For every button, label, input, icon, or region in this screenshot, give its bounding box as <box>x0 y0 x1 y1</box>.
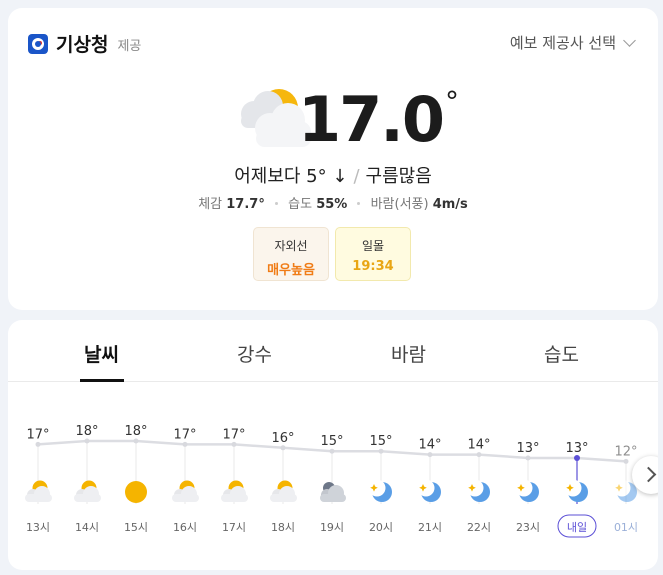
moon-icon <box>368 479 392 502</box>
hour-temperature: 15° <box>320 434 343 449</box>
hour-label: 17시 <box>222 521 246 534</box>
select-provider-button[interactable]: 예보 제공사 선택 <box>509 32 636 53</box>
current-weather-card: 기상청 제공 예보 제공사 선택 17.0° 어제보다 5° ↓ / 구름많음 체감… <box>8 8 658 310</box>
hour-label: 13시 <box>26 521 50 534</box>
hour-temperature: 17° <box>173 427 196 442</box>
temperature-unit: ° <box>444 85 459 118</box>
hourly-chart: 17° 13시 18° 14시 18° 15시 17° 16시 17° 17시 16° 18시 15° 1… <box>25 424 638 538</box>
sun-cloud-icon <box>172 480 199 502</box>
sunset-label: 일몰 <box>361 239 385 253</box>
temperature-point <box>133 438 139 444</box>
sunset-badge[interactable]: 일몰 19:34 <box>335 227 411 281</box>
hour-label: 14시 <box>75 521 99 534</box>
hour-temperature: 18° <box>75 424 98 439</box>
hour-label: 16시 <box>173 521 197 534</box>
hour-temperature: 13° <box>565 441 588 456</box>
temperature-point <box>84 438 90 444</box>
tab-weather[interactable]: 날씨 <box>84 340 119 367</box>
current-temperature: 17.0° <box>298 80 459 160</box>
temperature-point <box>525 455 531 461</box>
hour-label: 18시 <box>271 521 295 534</box>
hour-temperature: 14° <box>467 438 490 453</box>
moon-icon <box>564 479 588 502</box>
temperature-point <box>231 441 237 447</box>
select-provider-label: 예보 제공사 선택 <box>509 34 616 52</box>
tab-humidity[interactable]: 습도 <box>544 340 579 367</box>
uv-value: 매우높음 <box>267 263 315 278</box>
hour-temperature: 14° <box>418 438 441 453</box>
compare-row: 어제보다 5° ↓ / 구름많음 <box>8 162 658 188</box>
separator-slash: / <box>353 166 360 187</box>
temperature-point <box>182 441 188 447</box>
hour-temperature: 17° <box>222 427 245 442</box>
hour-label: 15시 <box>124 521 148 534</box>
hour-temperature: 15° <box>369 434 392 449</box>
hourly-forecast-card: 날씨 강수 바람 습도 17° 13시 18° 14시 18° 15시 17° 16시 17° 1… <box>8 320 658 570</box>
temperature-point <box>35 441 41 447</box>
hour-label: 23시 <box>516 521 540 534</box>
sun-cloud-icon <box>221 480 248 502</box>
temperature-point <box>427 452 433 458</box>
sun-icon <box>125 481 147 503</box>
temperature-point <box>623 458 629 464</box>
details-row: 체감 17.7° 습도 55% 바람(서풍) 4m/s <box>8 193 658 212</box>
temperature-point <box>476 452 482 458</box>
provider-name: 기상청 <box>56 34 109 56</box>
hour-label: 19시 <box>320 521 344 534</box>
provider: 기상청 제공 <box>28 30 141 57</box>
hour-label: 21시 <box>418 521 442 534</box>
provider-sub: 제공 <box>117 39 142 54</box>
hour-temperature: 17° <box>26 427 49 442</box>
cloud-icon <box>320 482 346 502</box>
hour-label: 01시 <box>614 521 638 534</box>
separator-dot <box>274 201 278 205</box>
sun-cloud-icon <box>270 480 297 502</box>
uv-badge[interactable]: 자외선 매우높음 <box>253 227 329 281</box>
kma-logo-icon <box>28 33 48 54</box>
temperature-point <box>329 448 335 454</box>
tab-wind[interactable]: 바람 <box>391 340 426 367</box>
temperature-point <box>280 445 286 451</box>
uv-label: 자외선 <box>274 239 308 253</box>
hour-label: 20시 <box>369 521 393 534</box>
humidity-label: 습도 <box>288 197 313 212</box>
hour-label: 내일 <box>567 520 587 534</box>
sunset-value: 19:34 <box>352 259 394 274</box>
feels-label: 체감 <box>198 197 223 212</box>
chevron-down-icon <box>623 33 636 47</box>
moon-icon <box>515 479 539 502</box>
feels-value: 17.7° <box>226 197 265 212</box>
hour-temperature: 16° <box>271 431 294 446</box>
moon-icon <box>417 479 441 502</box>
sun-cloud-icon <box>74 480 101 502</box>
wind-value: 4m/s <box>432 197 468 212</box>
weather-condition: 구름많음 <box>365 166 432 187</box>
forecast-tabs: 날씨 강수 바람 습도 <box>8 320 658 382</box>
separator-dot <box>357 201 361 205</box>
temperature-value: 17.0 <box>298 83 445 156</box>
sun-cloud-icon <box>25 480 52 502</box>
humidity-value: 55% <box>316 197 348 212</box>
hour-label: 22시 <box>467 521 491 534</box>
hour-temperature: 13° <box>516 441 539 456</box>
wind-label: 바람(서풍) <box>370 197 429 212</box>
temperature-point <box>378 448 384 454</box>
hour-temperature: 18° <box>124 424 147 439</box>
compare-yesterday: 어제보다 5° ↓ <box>234 166 348 187</box>
tab-precipitation[interactable]: 강수 <box>237 340 272 367</box>
moon-icon <box>466 479 490 502</box>
hour-temperature: 12° <box>614 444 637 459</box>
